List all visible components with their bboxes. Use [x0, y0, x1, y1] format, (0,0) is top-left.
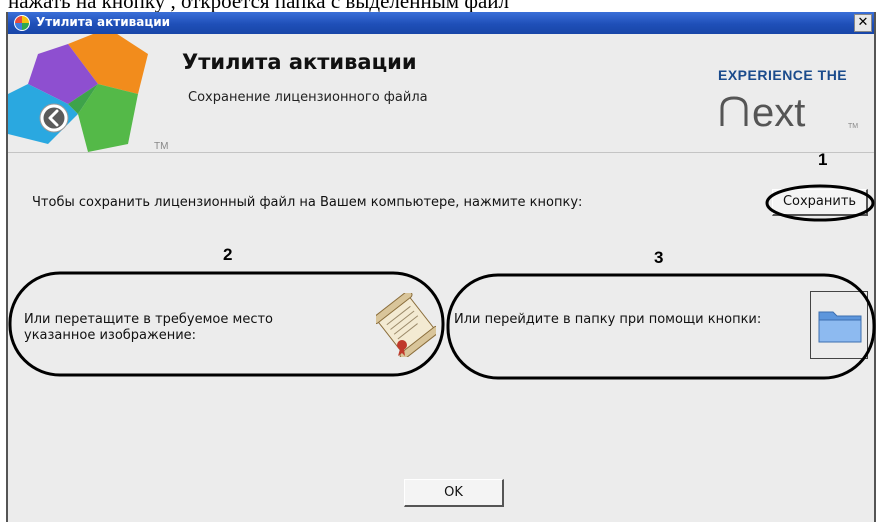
ok-button[interactable]: OK	[404, 479, 504, 507]
document-text: нажать на кнопку , откроется папка с выд…	[8, 0, 509, 12]
header-banner: TM Утилита активации Сохранение лицензио…	[8, 34, 874, 153]
save-instructions: Чтобы сохранить лицензионный файл на Ваш…	[32, 195, 583, 210]
brand-tagline: EXPERIENCE THE	[718, 67, 848, 83]
brand-word-rest: ext	[752, 91, 805, 135]
save-button[interactable]: Сохранить	[772, 189, 868, 216]
close-button[interactable]: ✕	[854, 14, 872, 32]
brand-trademark: TM	[848, 123, 858, 130]
annotation-label-1: 1	[818, 150, 828, 169]
document-text-strip: нажать на кнопку , откроется папка с выд…	[0, 0, 878, 12]
activation-utility-window: Утилита активации ✕ TM Утилита активации…	[6, 12, 876, 522]
app-icon	[14, 15, 30, 31]
main-content: Чтобы сохранить лицензионный файл на Ваш…	[8, 153, 874, 522]
header-subtitle: Сохранение лицензионного файла	[188, 90, 428, 105]
brand-next-logo: ext TM	[720, 91, 858, 135]
scroll-document-icon[interactable]	[376, 293, 436, 357]
logo-trademark: TM	[154, 141, 168, 152]
title-bar[interactable]: Утилита активации ✕	[8, 12, 874, 34]
folder-instructions: Или перейдите в папку при помощи кнопки:	[454, 312, 762, 327]
window-title: Утилита активации	[36, 15, 171, 29]
annotation-label-3: 3	[654, 248, 664, 267]
product-logo: TM	[8, 34, 168, 152]
annotation-label-2: 2	[223, 245, 233, 264]
folder-icon	[818, 311, 862, 343]
header-title: Утилита активации	[182, 50, 417, 74]
open-folder-button[interactable]	[810, 291, 868, 359]
drag-instructions: Или перетащите в требуемое место указанн…	[24, 312, 273, 343]
